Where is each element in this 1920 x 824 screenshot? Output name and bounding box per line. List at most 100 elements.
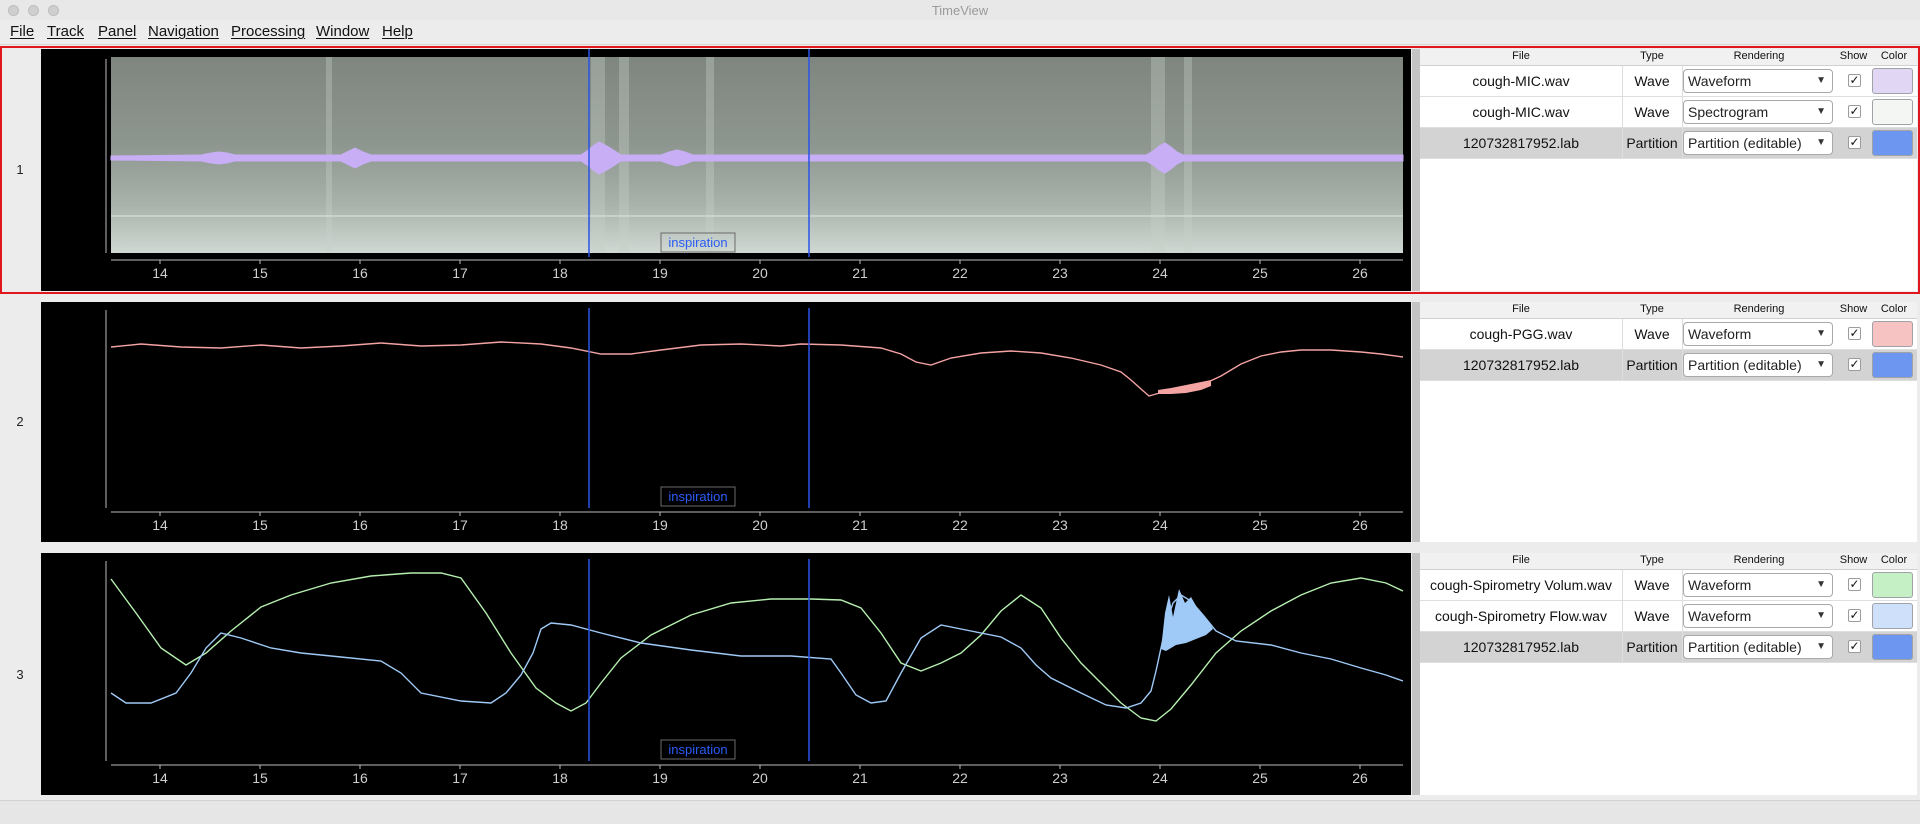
track-row[interactable]: cough-MIC.wav Wave Spectrogram ▼ ✓ (1420, 97, 1917, 128)
x-tick-label: 16 (352, 265, 368, 281)
panel-3-plot[interactable]: 14 15 16 17 18 19 20 21 22 23 24 25 26 inspiration (41, 553, 1411, 795)
rendering-select[interactable]: Waveform ▼ (1683, 69, 1833, 93)
track-row[interactable]: cough-Spirometry Flow.wav Wave Waveform ▼… (1420, 601, 1917, 632)
track-type: Partition (1622, 350, 1683, 380)
menu-file[interactable]: File (10, 23, 34, 40)
track-file: 120732817952.lab (1420, 632, 1623, 662)
menu-window[interactable]: Window (316, 23, 369, 40)
menu-help[interactable]: Help (382, 23, 413, 40)
splitter-handle[interactable] (1412, 302, 1420, 542)
menu-track[interactable]: Track (47, 23, 84, 40)
color-swatch[interactable] (1872, 130, 1913, 156)
show-checkbox[interactable]: ✓ (1848, 640, 1861, 653)
x-tick-label: 19 (652, 265, 668, 281)
rendering-select[interactable]: Waveform ▼ (1683, 322, 1833, 346)
color-swatch[interactable] (1872, 634, 1913, 660)
color-swatch[interactable] (1872, 99, 1913, 125)
track-row[interactable]: 120732817952.lab Partition Partition (ed… (1420, 350, 1917, 381)
splitter-handle[interactable] (1412, 49, 1420, 291)
color-swatch[interactable] (1872, 352, 1913, 378)
track-table: File Type Rendering Show Color cough-PGG… (1420, 302, 1917, 542)
track-type: Wave (1622, 319, 1683, 349)
track-row[interactable]: cough-Spirometry Volum.wav Wave Waveform… (1420, 570, 1917, 601)
rendering-select[interactable]: Waveform ▼ (1683, 604, 1833, 628)
color-swatch[interactable] (1872, 572, 1913, 598)
panel-2-view[interactable]: 14 15 16 17 18 19 20 21 22 23 24 25 26 inspiration (41, 302, 1411, 542)
partition-label[interactable]: inspiration (668, 742, 727, 757)
track-table: File Type Rendering Show Color cough-Spi… (1420, 553, 1917, 795)
x-tick-label: 24 (1152, 517, 1168, 533)
track-table-header: File Type Rendering Show Color (1420, 49, 1917, 66)
x-tick-label: 24 (1152, 770, 1168, 786)
header-rendering[interactable]: Rendering (1682, 303, 1836, 315)
track-file: 120732817952.lab (1420, 128, 1623, 158)
menu-bar: File Track Panel Navigation Processing W… (0, 20, 1920, 45)
header-file[interactable]: File (1420, 554, 1622, 566)
x-tick-label: 20 (752, 517, 768, 533)
color-swatch[interactable] (1872, 321, 1913, 347)
header-type[interactable]: Type (1622, 50, 1682, 62)
chevron-down-icon: ▼ (1816, 75, 1826, 86)
track-row[interactable]: cough-PGG.wav Wave Waveform ▼ ✓ (1420, 319, 1917, 350)
panel-3-view[interactable]: 14 15 16 17 18 19 20 21 22 23 24 25 26 inspiration (41, 553, 1411, 795)
menu-panel[interactable]: Panel (98, 23, 136, 40)
splitter-handle[interactable] (1412, 553, 1420, 795)
x-tick-label: 18 (552, 517, 568, 533)
x-tick-label: 17 (452, 517, 468, 533)
panel-2-plot[interactable]: 14 15 16 17 18 19 20 21 22 23 24 25 26 inspiration (41, 302, 1411, 542)
rendering-select[interactable]: Spectrogram ▼ (1683, 100, 1833, 124)
x-axis-ticks: 14 15 16 17 18 19 20 21 22 23 24 25 26 (152, 260, 1368, 281)
partition-label[interactable]: inspiration (668, 235, 727, 250)
panel-3[interactable]: 3 14 15 16 17 18 19 20 21 22 23 24 25 26 inspiration… (0, 551, 1920, 797)
panel-1-plot[interactable]: 14 15 16 17 18 19 20 21 22 23 24 25 26 inspiration (41, 49, 1411, 291)
pgg-burst (1158, 380, 1211, 394)
header-show[interactable]: Show (1836, 50, 1871, 62)
rendering-select[interactable]: Waveform ▼ (1683, 573, 1833, 597)
header-show[interactable]: Show (1836, 554, 1871, 566)
header-color[interactable]: Color (1871, 554, 1917, 566)
partition-label[interactable]: inspiration (668, 489, 727, 504)
color-swatch[interactable] (1872, 603, 1913, 629)
header-type[interactable]: Type (1622, 303, 1682, 315)
x-tick-label: 24 (1152, 265, 1168, 281)
track-row[interactable]: cough-MIC.wav Wave Waveform ▼ ✓ (1420, 66, 1917, 97)
panel-1[interactable]: 1 14 15 16 17 18 19 20 21 22 23 24 25 26… (0, 46, 1920, 294)
panel-1-view[interactable]: 14 15 16 17 18 19 20 21 22 23 24 25 26 inspiration (41, 49, 1411, 291)
show-checkbox[interactable]: ✓ (1848, 609, 1861, 622)
x-tick-label: 15 (252, 517, 268, 533)
header-file[interactable]: File (1420, 303, 1622, 315)
x-tick-label: 26 (1352, 517, 1368, 533)
header-rendering[interactable]: Rendering (1682, 554, 1836, 566)
show-checkbox[interactable]: ✓ (1848, 74, 1861, 87)
menu-processing[interactable]: Processing (231, 23, 305, 40)
show-checkbox[interactable]: ✓ (1848, 578, 1861, 591)
rendering-select[interactable]: Partition (editable) ▼ (1683, 353, 1833, 377)
x-tick-label: 23 (1052, 265, 1068, 281)
show-checkbox[interactable]: ✓ (1848, 358, 1861, 371)
rendering-value: Waveform (1688, 73, 1752, 89)
header-rendering[interactable]: Rendering (1682, 50, 1836, 62)
header-show[interactable]: Show (1836, 303, 1871, 315)
x-tick-label: 15 (252, 265, 268, 281)
track-row[interactable]: 120732817952.lab Partition Partition (ed… (1420, 632, 1917, 663)
track-row[interactable]: 120732817952.lab Partition Partition (ed… (1420, 128, 1917, 159)
rendering-select[interactable]: Partition (editable) ▼ (1683, 635, 1833, 659)
rendering-select[interactable]: Partition (editable) ▼ (1683, 131, 1833, 155)
track-type: Wave (1622, 97, 1683, 127)
track-table-header: File Type Rendering Show Color (1420, 302, 1917, 319)
track-type: Wave (1622, 66, 1683, 96)
header-type[interactable]: Type (1622, 554, 1682, 566)
show-checkbox[interactable]: ✓ (1848, 105, 1861, 118)
rendering-value: Partition (editable) (1688, 357, 1802, 373)
window-title: TimeView (931, 3, 989, 18)
header-color[interactable]: Color (1871, 50, 1917, 62)
show-checkbox[interactable]: ✓ (1848, 136, 1861, 149)
menu-navigation[interactable]: Navigation (148, 23, 219, 40)
chevron-down-icon: ▼ (1816, 610, 1826, 621)
header-color[interactable]: Color (1871, 303, 1917, 315)
show-checkbox[interactable]: ✓ (1848, 327, 1861, 340)
chevron-down-icon: ▼ (1816, 106, 1826, 117)
color-swatch[interactable] (1872, 68, 1913, 94)
panel-2[interactable]: 2 14 15 16 17 18 19 20 21 22 23 24 25 26 inspiration… (0, 300, 1920, 544)
header-file[interactable]: File (1420, 50, 1622, 62)
